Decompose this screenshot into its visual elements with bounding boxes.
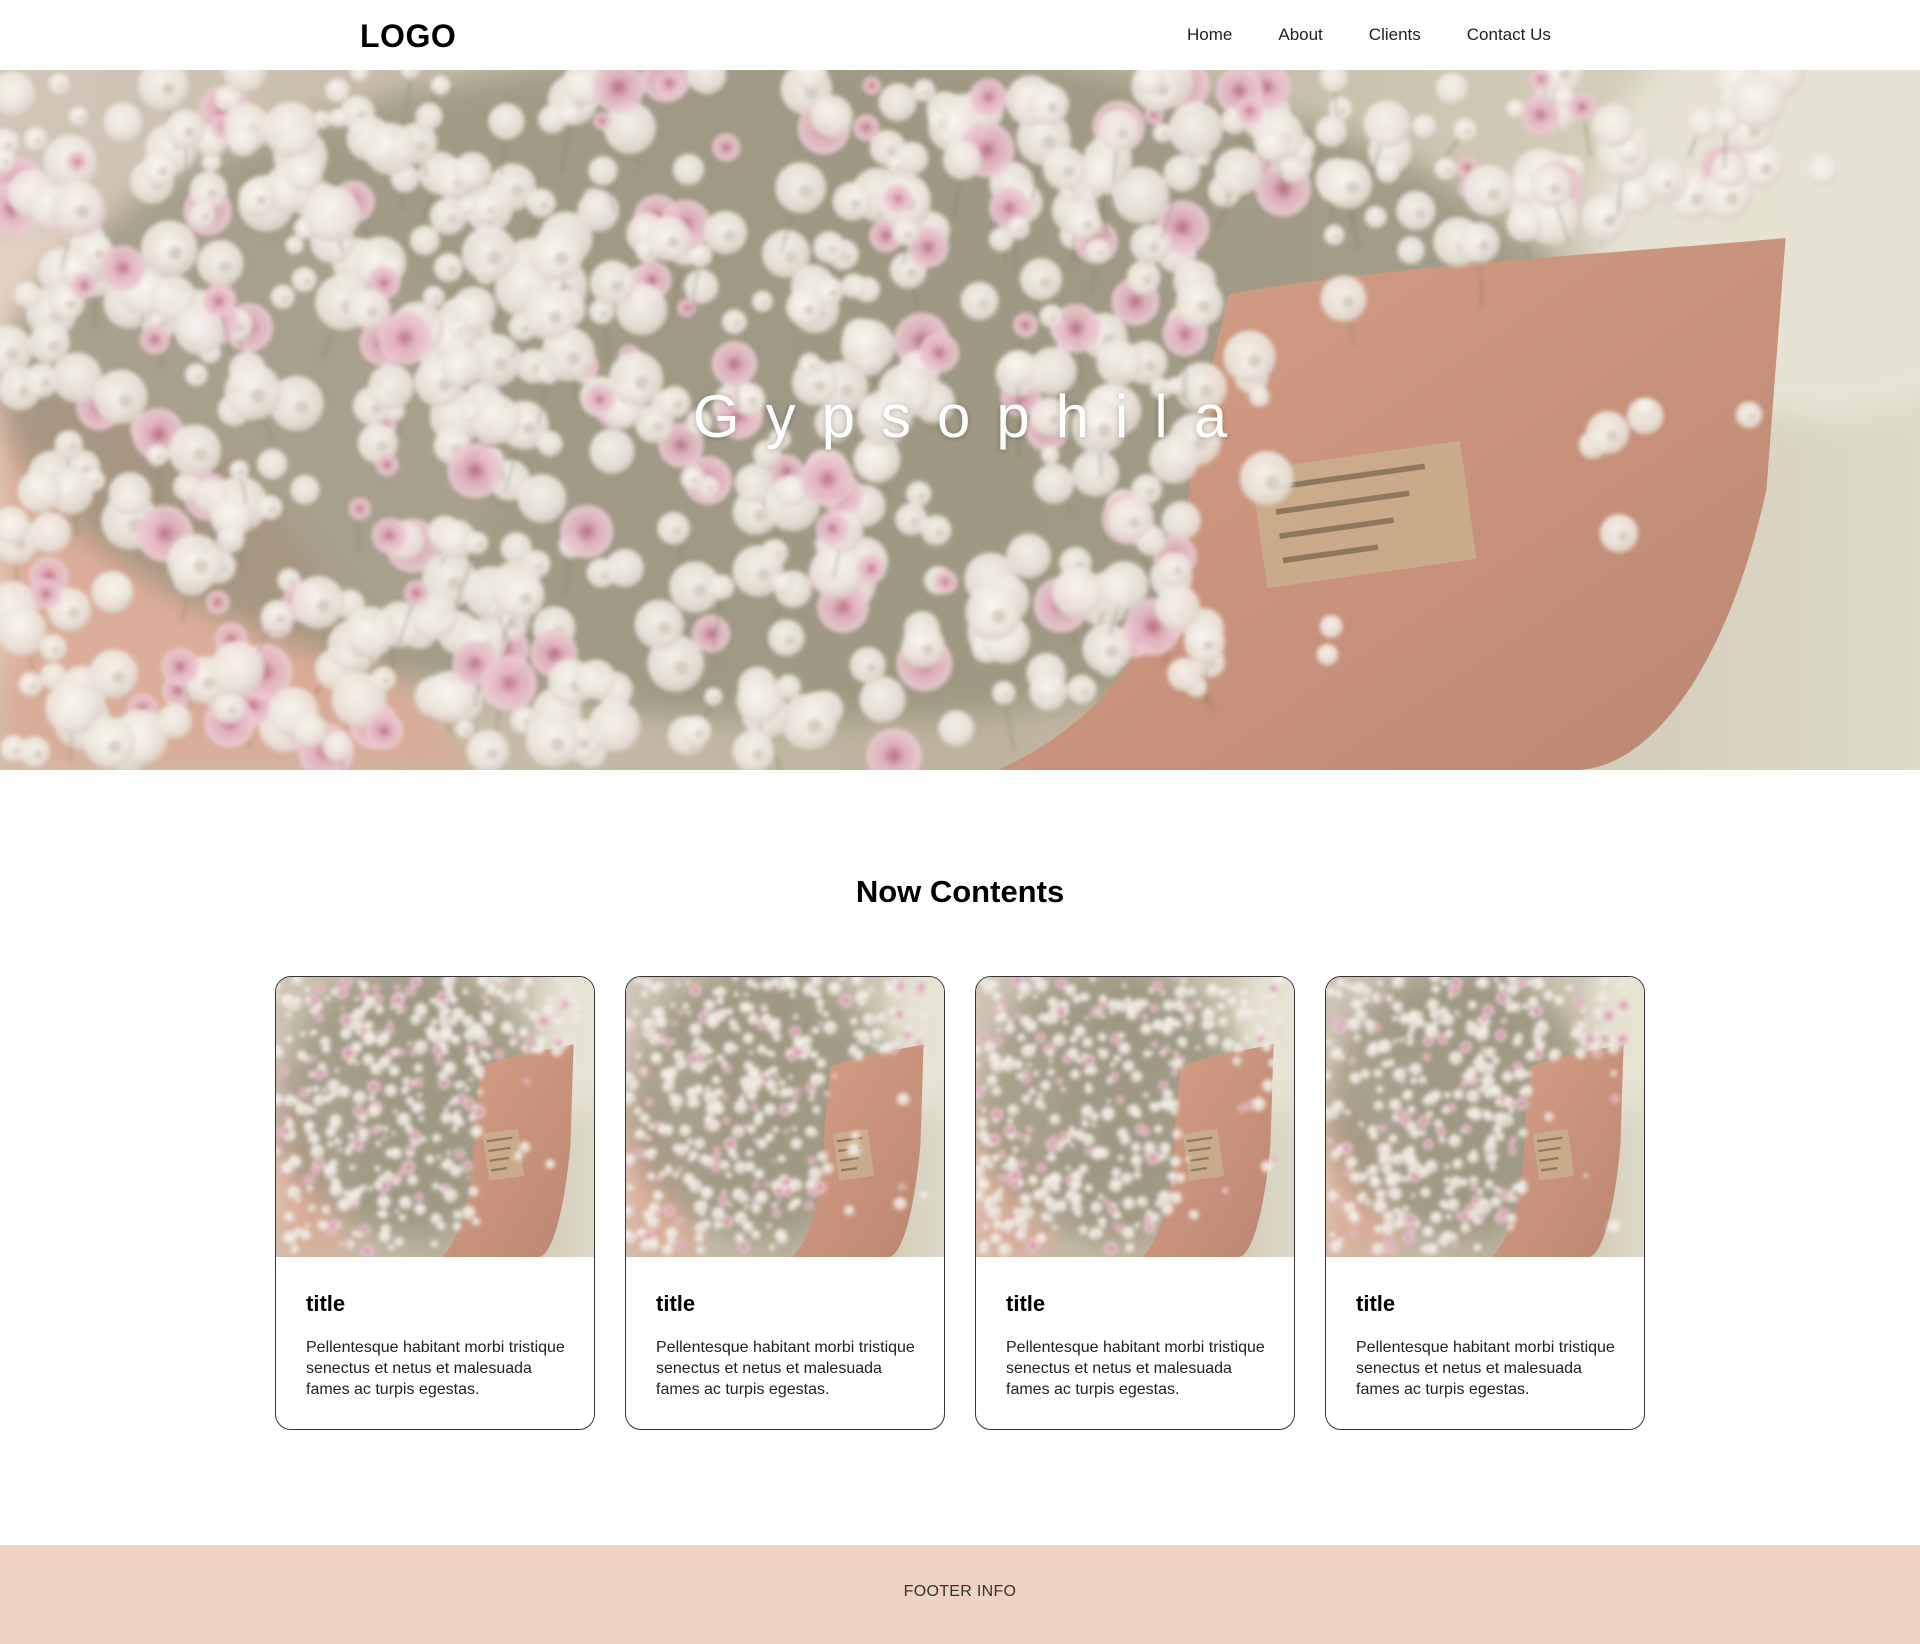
card-image [626, 977, 944, 1257]
card-text: Pellentesque habitant morbi tristique se… [1356, 1339, 1615, 1398]
content-card[interactable]: title Pellentesque habitant morbi tristi… [275, 976, 595, 1430]
section-heading: Now Contents [855, 874, 1065, 909]
card-title: title [1006, 1291, 1046, 1316]
hero-title: Gypsophila [692, 383, 1254, 450]
content-card[interactable]: title Pellentesque habitant morbi tristi… [975, 976, 1295, 1430]
main-nav: Home About Clients Contact Us [1187, 22, 1551, 48]
card-image [976, 977, 1294, 1257]
site-header: LOGO Home About Clients Contact Us [0, 0, 1920, 70]
hero-banner: Gypsophila [0, 70, 1920, 770]
site-footer: FOOTER INFO [0, 1545, 1920, 1644]
nav-about[interactable]: About [1278, 22, 1322, 48]
nav-contact-us[interactable]: Contact Us [1467, 22, 1551, 48]
card-text: Pellentesque habitant morbi tristique se… [656, 1339, 915, 1398]
nav-home[interactable]: Home [1187, 22, 1232, 48]
card-title: title [306, 1291, 346, 1316]
logo[interactable]: LOGO [360, 16, 456, 56]
card-image [276, 977, 594, 1257]
nav-clients[interactable]: Clients [1369, 22, 1421, 48]
content-card[interactable]: title Pellentesque habitant morbi tristi… [1325, 976, 1645, 1430]
card-title: title [1356, 1291, 1396, 1316]
content-card[interactable]: title Pellentesque habitant morbi tristi… [625, 976, 945, 1430]
card-image [1326, 977, 1644, 1257]
card-text: Pellentesque habitant morbi tristique se… [306, 1339, 565, 1398]
card-text: Pellentesque habitant morbi tristique se… [1006, 1339, 1265, 1398]
card-grid: title Pellentesque habitant morbi tristi… [275, 976, 1645, 1430]
footer-info: FOOTER INFO [903, 1583, 1017, 1600]
card-title: title [656, 1291, 696, 1316]
